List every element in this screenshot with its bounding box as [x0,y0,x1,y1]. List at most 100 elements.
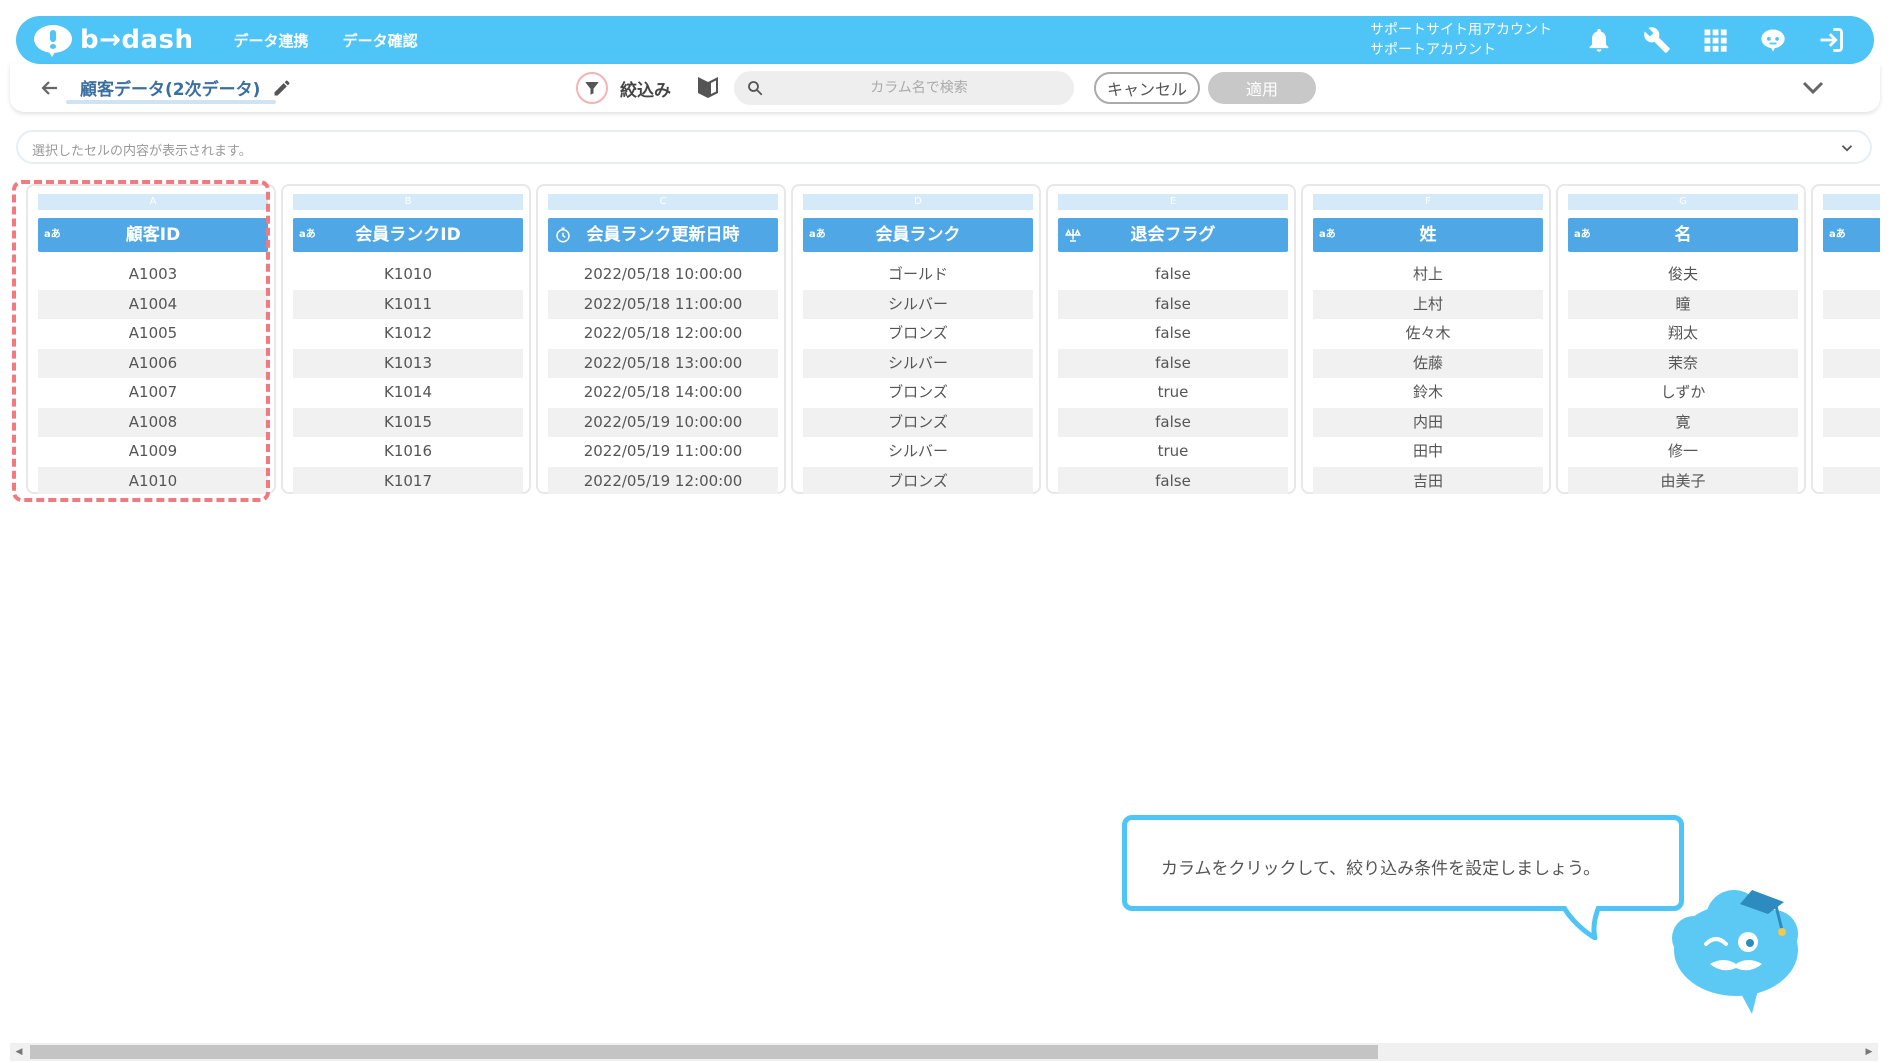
table-cell[interactable]: 2022/05/18 14:00:00 [548,378,778,408]
table-cell[interactable]: A1003 [38,260,268,290]
table-cell[interactable]: 2022/05/19 12:00:00 [548,466,778,494]
table-cell[interactable]: false [1058,407,1288,437]
horizontal-scrollbar[interactable]: ◀ ▶ [10,1043,1878,1061]
table-cell[interactable]: 2022/05/18 13:00:00 [548,348,778,378]
table-cell[interactable]: 2022/05/19 11:00:00 [548,437,778,467]
table-cell[interactable]: シルバー [803,348,1033,378]
table-cell[interactable]: K1010 [293,260,523,290]
column-card[interactable]: A aあ 顧客ID A1003 A1004 A1005 A1006 A1007 … [26,184,276,494]
data-title[interactable]: 顧客データ(2次データ) [80,75,260,100]
table-cell[interactable]: ブロンズ [803,466,1033,494]
table-cell[interactable]: 上村 [1313,289,1543,319]
column-header[interactable]: 退会フラグ [1058,218,1288,252]
table-cell[interactable]: A1006 [38,348,268,378]
account-info[interactable]: サポートサイト用アカウント サポートアカウント [1370,20,1552,60]
apps-grid-icon[interactable] [1700,25,1730,55]
table-cell[interactable]: 吉田 [1313,466,1543,494]
table-cell[interactable]: 茉奈 [1568,348,1798,378]
column-header[interactable]: 会員ランク更新日時 [548,218,778,252]
table-cell[interactable]: ブロンズ [803,319,1033,349]
pencil-icon[interactable] [272,78,292,98]
table-cell[interactable]: K1011 [293,289,523,319]
table-cell[interactable]: 翔太 [1568,319,1798,349]
table-cell[interactable]: false [1058,289,1288,319]
table-cell[interactable]: true [1058,378,1288,408]
column-search-input[interactable] [774,71,1064,105]
column-card[interactable]: aあ [1811,184,1880,494]
table-cell[interactable]: 瞳 [1568,289,1798,319]
column-header[interactable]: aあ 会員ランクID [293,218,523,252]
table-cell[interactable]: false [1058,348,1288,378]
table-cell[interactable]: 2022/05/19 10:00:00 [548,407,778,437]
table-cell[interactable]: 寛 [1568,407,1798,437]
column-header[interactable]: aあ 名 [1568,218,1798,252]
table-cell[interactable] [1823,437,1880,467]
table-cell[interactable]: K1016 [293,437,523,467]
back-arrow-icon[interactable] [38,76,62,100]
scrollbar-thumb[interactable] [30,1045,1378,1059]
column-card[interactable]: D aあ 会員ランク ゴールド シルバー ブロンズ シルバー ブロンズ ブロンズ… [791,184,1041,494]
filter-button[interactable] [576,72,608,104]
table-cell[interactable]: シルバー [803,437,1033,467]
column-card[interactable]: E 退会フラグ false false false false true fal… [1046,184,1296,494]
scroll-left-icon[interactable]: ◀ [14,1047,24,1057]
nav-data-check[interactable]: データ確認 [343,30,418,51]
table-cell[interactable]: A1005 [38,319,268,349]
table-cell[interactable]: K1014 [293,378,523,408]
table-cell[interactable]: false [1058,260,1288,290]
table-cell[interactable]: A1007 [38,378,268,408]
table-cell[interactable]: しずか [1568,378,1798,408]
table-cell[interactable]: 村上 [1313,260,1543,290]
column-card[interactable]: C 会員ランク更新日時 2022/05/18 10:00:00 2022/05/… [536,184,786,494]
table-cell[interactable]: ブロンズ [803,378,1033,408]
table-cell[interactable]: シルバー [803,289,1033,319]
table-cell[interactable]: 佐々木 [1313,319,1543,349]
chevron-down-icon[interactable] [1800,76,1826,100]
table-cell[interactable]: 由美子 [1568,466,1798,494]
table-cell[interactable]: 佐藤 [1313,348,1543,378]
table-cell[interactable]: false [1058,466,1288,494]
table-cell[interactable] [1823,289,1880,319]
table-cell[interactable]: A1010 [38,466,268,494]
helper-character-icon[interactable] [1758,25,1788,55]
table-cell[interactable] [1823,378,1880,408]
table-cell[interactable]: false [1058,319,1288,349]
column-header[interactable]: aあ 姓 [1313,218,1543,252]
table-cell[interactable]: K1013 [293,348,523,378]
table-cell[interactable]: 修一 [1568,437,1798,467]
table-cell[interactable]: A1004 [38,289,268,319]
table-cell[interactable] [1823,348,1880,378]
cell-content-viewer[interactable]: 選択したセルの内容が表示されます。 [16,130,1872,164]
table-cell[interactable] [1823,407,1880,437]
table-cell[interactable]: K1012 [293,319,523,349]
column-card[interactable]: G aあ 名 俊夫 瞳 翔太 茉奈 しずか 寛 修一 由美子 [1556,184,1806,494]
table-cell[interactable]: 田中 [1313,437,1543,467]
table-cell[interactable]: 鈴木 [1313,378,1543,408]
table-cell[interactable]: 内田 [1313,407,1543,437]
bell-icon[interactable] [1584,25,1614,55]
table-cell[interactable]: ブロンズ [803,407,1033,437]
table-cell[interactable]: 2022/05/18 11:00:00 [548,289,778,319]
beginner-mark-icon[interactable] [696,74,720,100]
table-cell[interactable]: 2022/05/18 10:00:00 [548,260,778,290]
table-cell[interactable]: A1008 [38,407,268,437]
column-header[interactable]: aあ [1823,218,1880,252]
table-cell[interactable]: true [1058,437,1288,467]
bdash-logo[interactable]: b→dash [34,25,194,57]
table-cell[interactable] [1823,466,1880,494]
table-cell[interactable] [1823,260,1880,290]
cancel-button[interactable]: キャンセル [1094,72,1200,104]
column-header[interactable]: aあ 顧客ID [38,218,268,252]
chevron-down-icon[interactable] [1838,139,1856,157]
scroll-right-icon[interactable]: ▶ [1864,1047,1874,1057]
table-cell[interactable] [1823,319,1880,349]
column-card[interactable]: B aあ 会員ランクID K1010 K1011 K1012 K1013 K10… [281,184,531,494]
apply-button[interactable]: 適用 [1208,72,1316,104]
table-cell[interactable]: K1015 [293,407,523,437]
table-cell[interactable]: ゴールド [803,260,1033,290]
nav-data-integration[interactable]: データ連携 [234,30,309,51]
column-header[interactable]: aあ 会員ランク [803,218,1033,252]
logout-icon[interactable] [1816,25,1846,55]
column-card[interactable]: F aあ 姓 村上 上村 佐々木 佐藤 鈴木 内田 田中 吉田 [1301,184,1551,494]
wrench-icon[interactable] [1642,25,1672,55]
